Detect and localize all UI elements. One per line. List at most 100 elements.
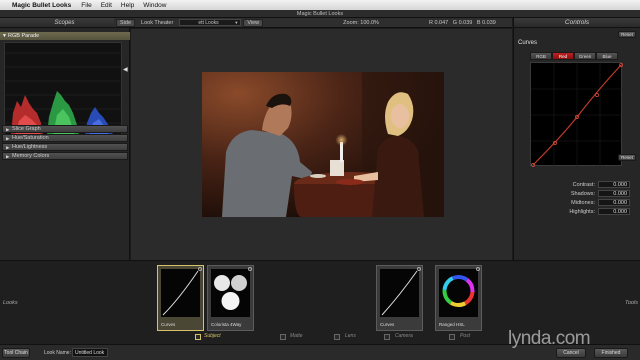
- contrast-field[interactable]: 0.000: [598, 181, 630, 188]
- contrast-label: Contrast:: [572, 181, 595, 188]
- highlights-field[interactable]: 0.000: [598, 208, 630, 215]
- tool-label: Curves: [161, 322, 176, 327]
- b-value: 0.039: [482, 19, 496, 26]
- highlights-label: Highlights:: [569, 208, 595, 215]
- tool-chain-button[interactable]: Tool Chain: [2, 348, 30, 358]
- look-theater-select[interactable]: ett Looks ▼: [179, 19, 242, 26]
- camera-icon[interactable]: [384, 334, 390, 340]
- memory-colors-label: Memory Colors: [12, 153, 50, 159]
- side-button[interactable]: Side: [116, 18, 136, 27]
- post-icon[interactable]: [449, 334, 455, 340]
- disclosure-closed-icon: ▶: [6, 127, 10, 132]
- controls-panel: Controls Reset Curves RGB Red Green Blue…: [513, 18, 640, 298]
- hue-saturation-tab[interactable]: ▶ Hue/Saturation: [2, 134, 128, 142]
- channel-tabs: RGB Red Green Blue: [530, 52, 618, 60]
- preview-image[interactable]: [202, 72, 444, 217]
- lynda-watermark: lynda.com: [508, 328, 591, 349]
- tab-blue[interactable]: Blue: [596, 52, 618, 60]
- menu-app-name[interactable]: Magic Bullet Looks: [12, 2, 71, 9]
- category-subject[interactable]: Subject: [204, 333, 221, 339]
- colorista-thumbnail: [211, 269, 250, 317]
- lens-icon[interactable]: [334, 334, 340, 340]
- matte-icon[interactable]: [280, 334, 286, 340]
- curve-editor[interactable]: [530, 62, 623, 167]
- tab-red[interactable]: Red: [552, 52, 574, 60]
- tab-rgb[interactable]: RGB: [530, 52, 552, 60]
- look-name-label: Look Name:: [44, 350, 71, 356]
- shadows-row: Shadows: 0.000: [518, 189, 636, 198]
- curves-thumbnail: [380, 269, 419, 317]
- midtones-field[interactable]: 0.000: [598, 199, 630, 206]
- g-label: G: [452, 19, 458, 26]
- midtones-row: Midtones: 0.000: [518, 198, 636, 207]
- menu-window[interactable]: Window: [143, 2, 166, 9]
- rgb-parade-tab[interactable]: ▼ RGB Parade: [0, 32, 130, 40]
- highlights-row: Highlights: 0.000: [518, 207, 636, 216]
- tool-label: Ranged HSL: [439, 322, 465, 327]
- zoom-readout: Zoom: 100.0%: [343, 20, 379, 26]
- tool-status-dot-icon: [476, 267, 480, 271]
- disclosure-closed-icon: ▶: [6, 145, 10, 150]
- category-post[interactable]: Post: [460, 333, 470, 339]
- g-value: 0.039: [458, 19, 473, 26]
- tab-green[interactable]: Green: [574, 52, 596, 60]
- menu-edit[interactable]: Edit: [101, 2, 112, 9]
- contrast-row: Contrast: 0.000: [518, 180, 636, 189]
- menu-file[interactable]: File: [81, 2, 91, 9]
- color-wheels-icon: [214, 275, 247, 310]
- disclosure-closed-icon: ▶: [6, 154, 10, 159]
- dropdown-arrow-icon: ▼: [234, 20, 239, 25]
- disclosure-closed-icon: ▶: [6, 136, 10, 141]
- shadows-label: Shadows:: [570, 190, 595, 197]
- curves-thumb-icon: [381, 270, 418, 316]
- hue-saturation-label: Hue/Saturation: [12, 135, 49, 141]
- zoom-value: 100.0%: [360, 19, 379, 26]
- scopes-header: Scopes: [0, 18, 129, 28]
- curve-parameters: Contrast: 0.000 Shadows: 0.000 Midtones:…: [518, 180, 636, 216]
- hue-lightness-label: Hue/Lightness: [12, 144, 48, 150]
- curves-thumbnail: [161, 269, 200, 317]
- pixel-readout: R 0.047 G 0.039 B 0.039: [429, 20, 496, 26]
- look-theater-label: Look Theater: [141, 19, 174, 26]
- dinner-scene-image: [202, 72, 444, 217]
- zoom-label: Zoom:: [343, 19, 359, 26]
- hsl-thumbnail: [439, 269, 478, 317]
- menu-help[interactable]: Help: [121, 2, 134, 9]
- controls-header: Controls: [514, 18, 640, 28]
- hue-lightness-tab[interactable]: ▶ Hue/Lightness: [2, 143, 128, 151]
- tool-label: Curves: [380, 322, 395, 327]
- looks-side-label[interactable]: Looks: [3, 300, 18, 306]
- slice-graph-label: Slice Graph: [12, 126, 41, 132]
- reset-top-button[interactable]: Reset: [618, 31, 636, 38]
- category-matte[interactable]: Matte: [290, 333, 303, 339]
- red-curve-graph: [531, 63, 623, 167]
- slice-graph-tab[interactable]: ▶ Slice Graph: [2, 125, 128, 133]
- tool-curves-subject[interactable]: Curves: [157, 265, 204, 331]
- parade-level-arrow-icon[interactable]: ◀: [123, 66, 128, 73]
- category-camera[interactable]: Camera: [395, 333, 413, 339]
- tool-status-dot-icon: [198, 267, 202, 271]
- tool-status-dot-icon: [417, 267, 421, 271]
- tool-curves-camera[interactable]: Curves: [376, 265, 423, 331]
- scopes-panel: Scopes ▼ RGB Parade ◀ ▶ Slice Graph ▶ Hu…: [0, 18, 130, 260]
- menubar: Magic Bullet Looks File Edit Help Window: [0, 0, 640, 10]
- tool-label: Colorista 4Way: [211, 322, 242, 327]
- tools-side-label[interactable]: Tools: [625, 300, 638, 306]
- curves-thumb-icon: [162, 270, 199, 316]
- rgb-parade-label: RGB Parade: [8, 33, 40, 39]
- midtones-label: Midtones:: [571, 199, 595, 206]
- memory-colors-tab[interactable]: ▶ Memory Colors: [2, 152, 128, 160]
- view-button[interactable]: View: [243, 18, 264, 27]
- tool-ranged-hsl[interactable]: Ranged HSL: [435, 265, 482, 331]
- preview-toolbar: Side Look Theater ett Looks ▼ View Zoom:…: [114, 18, 512, 28]
- reset-mid-button[interactable]: Reset: [618, 154, 636, 161]
- tool-colorista-4way[interactable]: Colorista 4Way: [207, 265, 254, 331]
- category-lens[interactable]: Lens: [345, 333, 356, 339]
- hue-ring-icon: [442, 275, 475, 307]
- look-name-field[interactable]: Untitled Look: [72, 348, 108, 357]
- subject-icon[interactable]: [195, 334, 201, 340]
- rgb-parade-scope: [4, 42, 123, 138]
- look-theater-value: ett Looks: [198, 20, 219, 26]
- finished-button[interactable]: Finished: [594, 348, 628, 358]
- shadows-field[interactable]: 0.000: [598, 190, 630, 197]
